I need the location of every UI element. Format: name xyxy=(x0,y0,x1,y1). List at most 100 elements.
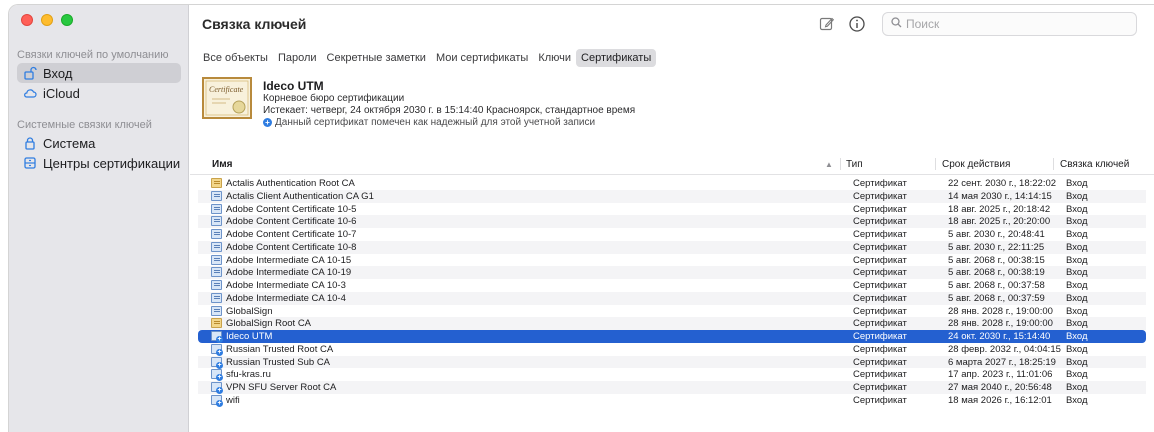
category-tabs: Все объекты Пароли Секретные заметки Мои… xyxy=(198,49,657,67)
table-row[interactable]: Russian Trusted Sub CA Сертификат 6 марта … xyxy=(198,355,1146,369)
certificate-icon xyxy=(211,229,222,239)
cell-keychain: Вход xyxy=(1066,241,1088,253)
cell-keychain: Вход xyxy=(1066,369,1088,381)
minimize-window-button[interactable] xyxy=(41,14,53,26)
table-row[interactable]: Adobe Intermediate CA 10-3 Сертификат 5 ав… xyxy=(198,279,1146,292)
search-field[interactable] xyxy=(882,12,1137,36)
cell-type: Сертификат xyxy=(853,318,907,330)
cell-type: Сертификат xyxy=(853,229,907,240)
column-header-keychain[interactable]: Связка ключей xyxy=(1060,159,1129,170)
cell-expires: 5 авг. 2068 г., 00:38:19 xyxy=(948,267,1045,279)
sidebar-item-label: Система xyxy=(43,135,96,151)
table-row-selected[interactable]: Ideco UTM Сертификат 24 окт. 2030 г., 15:1… xyxy=(198,330,1146,343)
table-row[interactable]: Actalis Authentication Root CA Сертификат… xyxy=(198,177,1146,190)
certificate-icon xyxy=(211,203,222,214)
table-row[interactable]: Russian Trusted Root CA Сертификат 28 февр… xyxy=(198,343,1146,356)
sidebar-section-system: Системные связки ключей xyxy=(17,119,152,131)
cell-keychain: Вход xyxy=(1066,280,1088,291)
tab-secure-notes[interactable]: Секретные заметки xyxy=(322,49,431,67)
table-row[interactable]: Adobe Content Certificate 10-6 Сертификат… xyxy=(198,215,1146,228)
table-row[interactable]: Adobe Content Certificate 10-7 Сертификат… xyxy=(198,228,1146,241)
main-pane: Связка ключей Все объекты Пароли Секретн… xyxy=(190,5,1154,432)
cell-keychain: Вход xyxy=(1066,305,1088,317)
cell-type: Сертификат xyxy=(853,203,907,215)
tab-keys[interactable]: Ключи xyxy=(533,49,576,67)
cell-name: Actalis Authentication Root CA xyxy=(226,178,355,189)
cell-name: Adobe Content Certificate 10-8 xyxy=(226,241,357,253)
sidebar: Связки ключей по умолчанию Вход iCloud С… xyxy=(9,5,189,432)
certificate-icon xyxy=(211,292,222,303)
tab-all-items[interactable]: Все объекты xyxy=(198,49,273,67)
table-row[interactable]: Adobe Intermediate CA 10-4 Сертификат 5 ав… xyxy=(198,291,1146,305)
cell-type: Сертификат xyxy=(853,241,907,253)
cell-keychain: Вход xyxy=(1066,356,1088,368)
table-row[interactable]: Adobe Intermediate CA 10-15 Сертификат 5 а… xyxy=(198,254,1146,267)
window-controls xyxy=(21,14,73,26)
sidebar-item-system[interactable]: Система xyxy=(17,133,181,153)
cell-type: Сертификат xyxy=(853,254,907,266)
cell-expires: 14 мая 2030 г., 14:14:15 xyxy=(948,190,1052,202)
sidebar-item-label: Вход xyxy=(43,65,73,81)
cell-type: Сертификат xyxy=(853,216,907,228)
table-row[interactable]: VPN SFU Server Root CA Сертификат 27 мая 2… xyxy=(198,381,1146,394)
cell-name: GlobalSign xyxy=(226,305,273,317)
lock-open-icon xyxy=(23,66,37,80)
cell-keychain: Вход xyxy=(1066,216,1088,228)
table-row[interactable]: Adobe Content Certificate 10-8 Сертификат… xyxy=(198,240,1146,254)
cell-keychain: Вход xyxy=(1066,394,1088,406)
cell-expires: 5 авг. 2068 г., 00:37:59 xyxy=(948,292,1045,304)
certificate-trusted-icon xyxy=(211,343,223,356)
zoom-window-button[interactable] xyxy=(61,14,73,26)
sidebar-item-cert-authorities[interactable]: Центры сертификации xyxy=(17,153,181,173)
compose-icon[interactable] xyxy=(818,15,836,33)
table-row[interactable]: Adobe Content Certificate 10-5 Сертификат… xyxy=(198,203,1146,216)
certificate-root-icon xyxy=(211,318,222,329)
tab-passwords[interactable]: Пароли xyxy=(273,49,322,67)
table-row[interactable]: Adobe Intermediate CA 10-19 Сертификат 5 а… xyxy=(198,266,1146,279)
cell-expires: 6 марта 2027 г., 18:25:19 xyxy=(948,356,1056,368)
column-divider[interactable] xyxy=(1053,158,1054,170)
cell-keychain: Вход xyxy=(1066,178,1088,189)
cell-keychain: Вход xyxy=(1066,203,1088,215)
cell-name: Adobe Intermediate CA 10-4 xyxy=(226,292,346,304)
close-window-button[interactable] xyxy=(21,14,33,26)
cell-type: Сертификат xyxy=(853,292,907,304)
cell-keychain: Вход xyxy=(1066,292,1088,304)
cell-keychain: Вход xyxy=(1066,343,1088,355)
column-divider[interactable] xyxy=(935,158,936,170)
tab-certificates[interactable]: Сертификаты xyxy=(576,49,657,67)
cell-type: Сертификат xyxy=(853,190,907,202)
table-header: Имя ▲ Тип Срок действия Связка ключей xyxy=(190,154,1154,175)
column-header-type[interactable]: Тип xyxy=(846,159,863,170)
info-icon[interactable] xyxy=(848,15,866,33)
table-row[interactable]: sfu-kras.ru Сертификат 17 апр. 2023 г., 11… xyxy=(198,368,1146,382)
tab-my-certificates[interactable]: Мои сертификаты xyxy=(431,49,533,67)
column-divider[interactable] xyxy=(840,158,841,170)
cell-name: Adobe Content Certificate 10-7 xyxy=(226,229,357,240)
cell-keychain: Вход xyxy=(1066,331,1088,342)
table-row[interactable]: GlobalSign Сертификат 28 янв. 2028 г., 19:… xyxy=(198,305,1146,318)
column-header-expires[interactable]: Срок действия xyxy=(942,159,1010,170)
table-row[interactable]: GlobalSign Root CA Сертификат 28 янв. 2028… xyxy=(198,317,1146,330)
cell-type: Сертификат xyxy=(853,343,907,355)
cell-expires: 28 февр. 2032 г., 04:04:15 xyxy=(948,343,1061,355)
certificate-icon xyxy=(211,280,222,290)
cell-expires: 18 авг. 2025 г., 20:20:00 xyxy=(948,216,1051,228)
cell-expires: 18 авг. 2025 г., 20:18:42 xyxy=(948,203,1051,215)
cell-name: wifi xyxy=(226,394,240,406)
sort-ascending-icon[interactable]: ▲ xyxy=(825,160,833,169)
sidebar-item-label: Центры сертификации xyxy=(43,155,181,171)
column-header-name[interactable]: Имя xyxy=(212,159,232,170)
sidebar-item-login[interactable]: Вход xyxy=(17,63,181,83)
table-row[interactable]: wifi Сертификат 18 мая 2026 г., 16:12:01 Вх… xyxy=(198,394,1146,407)
cell-expires: 28 янв. 2028 г., 19:00:00 xyxy=(948,318,1053,330)
window-title: Связка ключей xyxy=(202,16,307,32)
cell-name: Adobe Content Certificate 10-5 xyxy=(226,203,357,215)
search-input[interactable] xyxy=(906,17,1116,31)
table-row[interactable]: Actalis Client Authentication CA G1 Серти… xyxy=(198,189,1146,203)
cell-name: Adobe Content Certificate 10-6 xyxy=(226,216,357,228)
sidebar-item-icloud[interactable]: iCloud xyxy=(17,83,181,103)
cell-type: Сертификат xyxy=(853,305,907,317)
certificate-trusted-icon xyxy=(211,356,223,369)
cell-name: Russian Trusted Root CA xyxy=(226,343,334,355)
